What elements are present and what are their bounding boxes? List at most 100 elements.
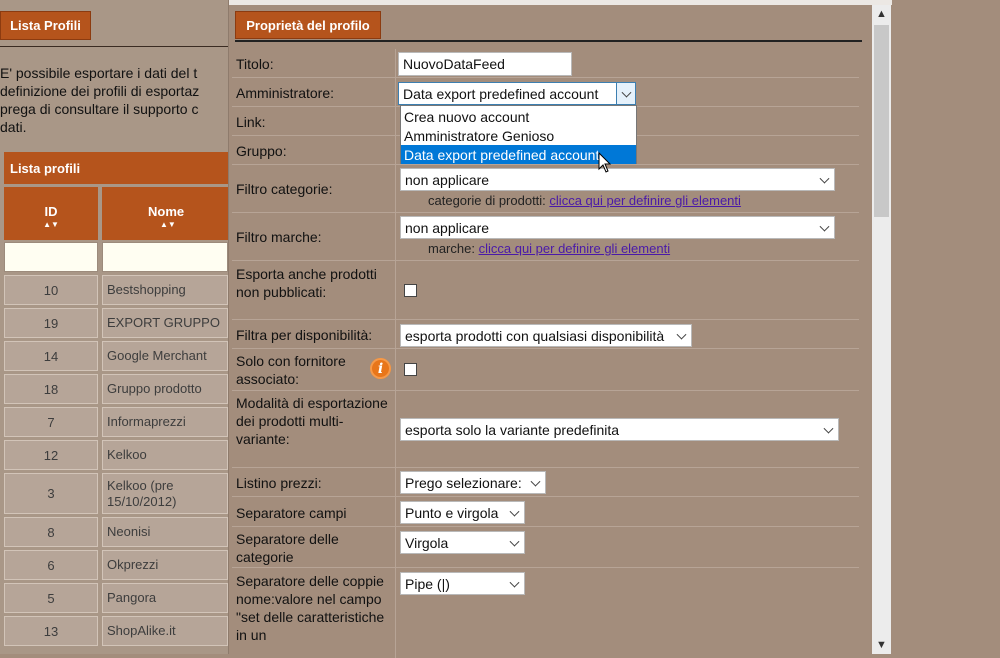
row-esporta: Esporta anche prodotti non pubblicati:: [232, 261, 859, 320]
row-sep-categorie: Separatore delle categorie: [232, 527, 859, 568]
filtro-marche-select[interactable]: non applicare: [400, 216, 835, 239]
cell-name: Kelkoo: [102, 440, 228, 470]
modalita-label: Modalità di esportazione dei prodotti mu…: [236, 395, 388, 447]
cell-id: 7: [4, 407, 98, 437]
cell-id: 6: [4, 550, 98, 580]
dropdown-option[interactable]: Crea nuovo account: [401, 107, 636, 126]
gruppo-label: Gruppo:: [236, 143, 287, 159]
column-label: ID: [44, 204, 58, 219]
scroll-up-button[interactable]: ▲: [872, 5, 891, 23]
listino-prezzi-select[interactable]: Prego selezionare:: [400, 471, 546, 494]
cell-name: Pangora: [102, 583, 228, 613]
modalita-value: esporta solo la variante predefinita: [405, 421, 620, 438]
cell-id: 5: [4, 583, 98, 613]
table-row[interactable]: 14 Google Merchant: [4, 341, 228, 371]
table-row[interactable]: 10 Bestshopping: [4, 275, 228, 305]
cell-name: Google Merchant: [102, 341, 228, 371]
chevron-down-icon: [823, 423, 834, 434]
filtro-categorie-label: Filtro categorie:: [236, 181, 333, 197]
dialog-top-border: [229, 0, 892, 5]
dialog-divider: [235, 40, 862, 42]
mouse-cursor-icon: [598, 152, 612, 173]
cell-id: 10: [4, 275, 98, 305]
intro-line: prega di consultare il supporto c: [0, 101, 199, 117]
chevron-down-icon: [530, 476, 541, 487]
esporta-non-pubblicati-checkbox[interactable]: [404, 284, 417, 297]
filtra-value: esporta prodotti con qualsiasi disponibi…: [405, 327, 665, 344]
dropdown-option[interactable]: Amministratore Genioso: [401, 126, 636, 145]
table-row[interactable]: 5 Pangora: [4, 583, 228, 613]
cell-id: 12: [4, 440, 98, 470]
sep-coppie-value: Pipe (|): [405, 575, 450, 592]
chevron-down-icon: [676, 329, 687, 340]
filtro-categorie-select[interactable]: non applicare: [400, 168, 835, 191]
profiles-table: Lista profili ID ▲▼ Nome ▲▼ 10 Bestshopp…: [4, 152, 228, 654]
dialog-scrollbar[interactable]: ▲ ▼: [872, 5, 891, 654]
intro-line: definizione dei profili di esportaz: [0, 83, 200, 99]
modalita-select[interactable]: esporta solo la variante predefinita: [400, 418, 839, 441]
divider: [0, 46, 228, 47]
amministratore-select[interactable]: Data export predefined account: [398, 82, 636, 105]
row-sep-coppie: Separatore delle coppie nome:valore nel …: [232, 568, 859, 658]
dropdown-button[interactable]: [616, 83, 635, 104]
filtra-disponibilita-select[interactable]: esporta prodotti con qualsiasi disponibi…: [400, 324, 692, 347]
listino-label: Listino prezzi:: [236, 475, 322, 491]
info-icon[interactable]: i: [370, 358, 391, 379]
sep-categorie-value: Virgola: [405, 534, 449, 551]
table-row[interactable]: 6 Okprezzi: [4, 550, 228, 580]
solo-fornitore-checkbox[interactable]: [404, 363, 417, 376]
table-row[interactable]: 13 ShopAlike.it: [4, 616, 228, 646]
row-fornitore: Solo con fornitore associato:: [232, 349, 859, 391]
row-sep-campi: Separatore campi: [232, 497, 859, 527]
lista-profili-button[interactable]: Lista Profili: [0, 11, 91, 40]
cell-name: Gruppo prodotto: [102, 374, 228, 404]
cell-name: EXPORT GRUPPO: [102, 308, 228, 338]
table-row[interactable]: 7 Informaprezzi: [4, 407, 228, 437]
table-row[interactable]: 12 Kelkoo: [4, 440, 228, 470]
cell-id: 14: [4, 341, 98, 371]
chevron-down-icon: [621, 87, 632, 98]
chevron-down-icon: [509, 536, 520, 547]
cell-id: 13: [4, 616, 98, 646]
intro-line: dati.: [0, 119, 27, 135]
table-row[interactable]: 18 Gruppo prodotto: [4, 374, 228, 404]
cell-name: Neonisi: [102, 517, 228, 547]
sep-categorie-label: Separatore delle categorie: [236, 531, 339, 565]
separatore-categorie-select[interactable]: Virgola: [400, 531, 525, 554]
sort-icon[interactable]: ▲▼: [4, 221, 98, 229]
categorie-sub-label: categorie di prodotti:: [428, 193, 546, 208]
cell-name: Informaprezzi: [102, 407, 228, 437]
scroll-thumb[interactable]: [874, 25, 889, 217]
intro-text: E' possibile esportare i dati del t defi…: [0, 64, 228, 136]
marche-define-link[interactable]: clicca qui per definire gli elementi: [479, 241, 670, 256]
cell-name: Bestshopping: [102, 275, 228, 305]
titolo-input[interactable]: NuovoDataFeed: [398, 52, 572, 76]
table-row[interactable]: 3 Kelkoo (pre 15/10/2012): [4, 473, 228, 514]
filtro-marche-value: non applicare: [405, 219, 490, 236]
column-header-nome[interactable]: Nome ▲▼: [102, 187, 228, 240]
table-row[interactable]: 8 Neonisi: [4, 517, 228, 547]
column-label: Nome: [148, 204, 185, 219]
id-filter-input[interactable]: [4, 242, 98, 272]
scroll-down-button[interactable]: ▼: [872, 636, 891, 654]
sep-coppie-label: Separatore delle coppie nome:valore nel …: [236, 573, 385, 643]
filtra-label: Filtra per disponibilità:: [236, 327, 373, 343]
intro-line: E' possibile esportare i dati del t: [0, 65, 198, 81]
titolo-label: Titolo:: [236, 56, 274, 72]
esporta-label: Esporta anche prodotti non pubblicati:: [236, 266, 377, 300]
chevron-down-icon: [509, 506, 520, 517]
separatore-campi-select[interactable]: Punto e virgola: [400, 501, 525, 524]
cell-id: 3: [4, 473, 98, 514]
cell-name: ShopAlike.it: [102, 616, 228, 646]
categorie-define-link[interactable]: clicca qui per definire gli elementi: [549, 193, 740, 208]
cell-id: 8: [4, 517, 98, 547]
sort-icon[interactable]: ▲▼: [148, 221, 228, 229]
table-row[interactable]: 19 EXPORT GRUPPO: [4, 308, 228, 338]
cell-name: Kelkoo (pre 15/10/2012): [102, 473, 228, 514]
column-header-id[interactable]: ID ▲▼: [4, 187, 98, 240]
chevron-down-icon: [819, 221, 830, 232]
chevron-down-icon: [819, 173, 830, 184]
name-filter-input[interactable]: [102, 242, 228, 272]
separatore-coppie-select[interactable]: Pipe (|): [400, 572, 525, 595]
filtro-categorie-value: non applicare: [405, 171, 490, 188]
